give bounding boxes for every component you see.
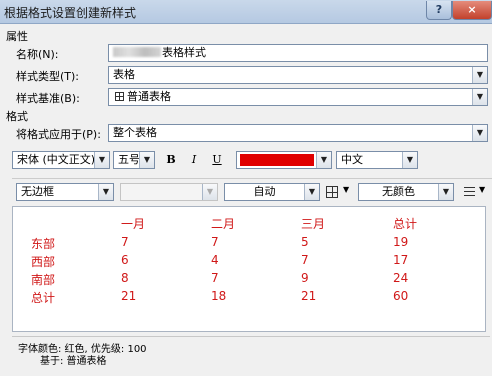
preview-header: 二月 [211, 217, 236, 231]
based-on-label: 样式基准(B): [16, 92, 80, 105]
underline-button[interactable]: U [208, 151, 226, 169]
font-size-value: 五号 [118, 153, 140, 166]
preview-cell: 4 [211, 253, 219, 267]
chevron-down-icon[interactable]: ▼ [438, 184, 453, 200]
name-value: 表格样式 [162, 46, 206, 59]
chevron-down-icon[interactable]: ▼ [472, 67, 487, 83]
preview-cell: 8 [121, 271, 129, 285]
preview-cell: 60 [393, 289, 409, 303]
based-on-dropdown[interactable]: 普通表格 ▼ [108, 88, 488, 106]
name-label: 名称(N): [16, 48, 59, 61]
style-description: 字体颜色: 红色, 优先级: 100 基于: 普通表格 [12, 336, 490, 376]
preview-cell: 9 [301, 271, 309, 285]
preview-row-label: 西部 [31, 255, 56, 269]
font-size-dropdown[interactable]: 五号 ▼ [113, 151, 155, 169]
properties-section-label: 属性 [6, 30, 28, 43]
italic-button[interactable]: I [185, 151, 203, 169]
font-value: 宋体 (中文正文) [17, 153, 96, 166]
chevron-down-icon[interactable]: ▼ [316, 152, 331, 168]
cell-alignment-icon [464, 187, 475, 196]
font-color-swatch [240, 154, 314, 166]
chevron-down-icon[interactable]: ▼ [304, 184, 319, 200]
chevron-down-icon[interactable]: ▼ [202, 184, 217, 200]
preview-cell: 21 [121, 289, 137, 303]
apply-to-value: 整个表格 [113, 126, 157, 139]
title-bar: 根据格式设置创建新样式 ? × [0, 0, 492, 24]
help-button[interactable]: ? [426, 1, 452, 20]
apply-to-label: 将格式应用于(P): [16, 128, 101, 141]
borders-grid-icon [326, 186, 338, 198]
chevron-down-icon: ▼ [343, 185, 350, 194]
blurred-name-prefix [113, 47, 161, 57]
shading-dropdown[interactable]: 无颜色 ▼ [358, 183, 454, 201]
preview-row-label: 东部 [31, 237, 56, 251]
chevron-down-icon[interactable]: ▼ [94, 152, 109, 168]
border-style-value: 无边框 [21, 185, 54, 198]
description-line-2: 基于: 普通表格 [40, 356, 107, 367]
chevron-down-icon[interactable]: ▼ [472, 89, 487, 105]
chevron-down-icon[interactable]: ▼ [402, 152, 417, 168]
border-style-dropdown[interactable]: 无边框 ▼ [16, 183, 114, 201]
language-value: 中文 [341, 153, 363, 166]
preview-header: 一月 [121, 217, 146, 231]
preview-cell: 7 [301, 253, 309, 267]
preview-cell: 24 [393, 271, 409, 285]
preview-cell: 6 [121, 253, 129, 267]
font-color-dropdown[interactable]: ▼ [236, 151, 332, 169]
close-button[interactable]: × [452, 1, 492, 20]
based-on-value: 普通表格 [127, 90, 171, 103]
name-input[interactable]: 表格样式 [108, 44, 488, 62]
preview-header: 总计 [393, 217, 418, 231]
preview-cell: 17 [393, 253, 409, 267]
borders-button[interactable]: ▼ [325, 184, 355, 200]
style-type-value: 表格 [113, 68, 135, 81]
window-title: 根据格式设置创建新样式 [4, 6, 137, 20]
border-width-dropdown[interactable]: ▼ [120, 183, 218, 201]
border-color-value: 自动 [253, 185, 276, 198]
chevron-down-icon: ▼ [479, 185, 486, 194]
chevron-down-icon[interactable]: ▼ [98, 184, 113, 200]
chevron-down-icon[interactable]: ▼ [139, 152, 154, 168]
preview-cell: 19 [393, 235, 409, 249]
preview-row-label: 南部 [31, 273, 56, 287]
preview-cell: 7 [211, 271, 219, 285]
preview-header: 三月 [301, 217, 326, 231]
shading-value: 无颜色 [382, 185, 415, 198]
language-dropdown[interactable]: 中文 ▼ [336, 151, 418, 169]
borders-toolbar: 无边框 ▼ ▼ 自动 ▼ ▼ 无颜色 ▼ ▼ [12, 178, 492, 204]
cell-alignment-button[interactable]: ▼ [462, 184, 490, 200]
apply-to-dropdown[interactable]: 整个表格 ▼ [108, 124, 488, 142]
style-type-label: 样式类型(T): [16, 70, 80, 83]
style-preview: 一月 二月 三月 总计 东部 7 7 5 19 西部 6 4 7 17 南部 8… [12, 206, 486, 332]
chevron-down-icon[interactable]: ▼ [472, 125, 487, 141]
preview-cell: 7 [211, 235, 219, 249]
preview-row-label: 总计 [31, 291, 56, 305]
preview-cell: 7 [121, 235, 129, 249]
table-icon [115, 92, 124, 101]
preview-cell: 18 [211, 289, 227, 303]
preview-cell: 5 [301, 235, 309, 249]
style-type-dropdown[interactable]: 表格 ▼ [108, 66, 488, 84]
preview-cell: 21 [301, 289, 317, 303]
font-dropdown[interactable]: 宋体 (中文正文) ▼ [12, 151, 110, 169]
border-color-dropdown[interactable]: 自动 ▼ [224, 183, 320, 201]
bold-button[interactable]: B [162, 151, 180, 169]
format-section-label: 格式 [6, 110, 28, 123]
